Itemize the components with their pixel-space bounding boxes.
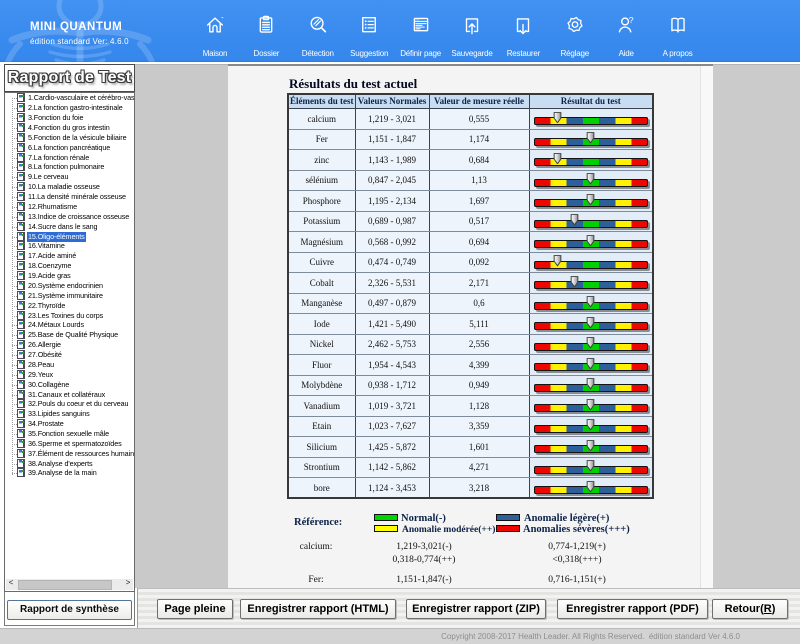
svg-text:?: ? — [629, 15, 634, 25]
